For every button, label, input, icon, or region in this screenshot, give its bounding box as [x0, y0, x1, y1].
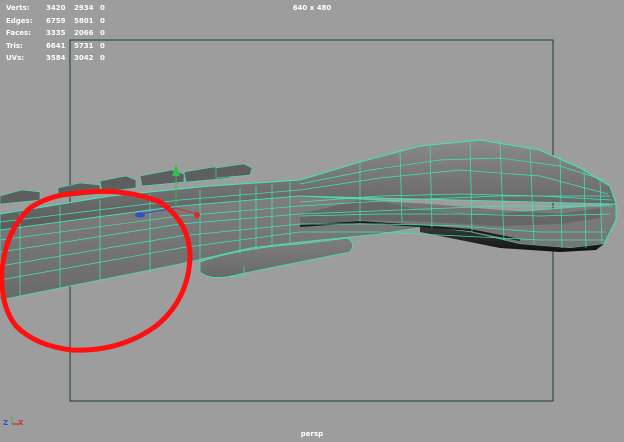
axis-z-label: Z — [3, 419, 9, 427]
camera-name-label: persp — [300, 430, 324, 438]
scene-canvas[interactable] — [0, 0, 624, 442]
perspective-viewport[interactable]: Verts: 3420 2934 0 Edges: 6759 5801 0 Fa… — [0, 0, 624, 442]
mesh-body — [0, 139, 617, 301]
axis-x-label: X — [18, 419, 24, 427]
